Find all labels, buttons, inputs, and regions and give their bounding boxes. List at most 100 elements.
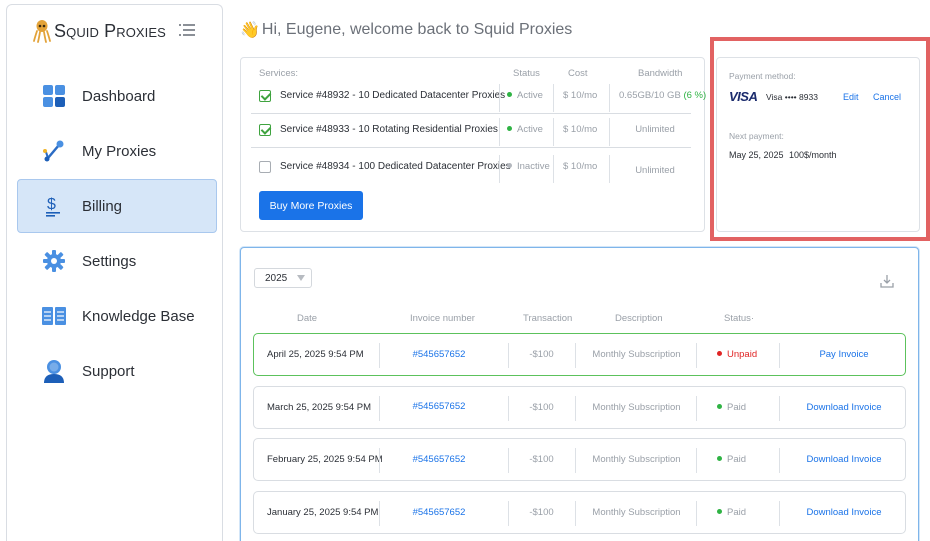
divider <box>499 84 500 112</box>
greeting-header: 👋 Hi, Eugene, welcome back to Squid Prox… <box>240 20 572 40</box>
dashboard-grid-icon <box>42 84 66 108</box>
divider <box>575 448 576 473</box>
description-header: Description <box>615 313 663 324</box>
divider <box>379 343 380 368</box>
invoice-description: Monthly Subscription <box>592 507 681 518</box>
gear-icon <box>42 249 66 273</box>
invoice-status: Unpaid <box>717 349 757 360</box>
invoice-row[interactable]: February 25, 2025 9:54 PM #545657652 -$1… <box>253 438 906 481</box>
service-checkbox[interactable] <box>259 161 271 173</box>
service-status-text: Inactive <box>517 161 550 172</box>
year-select[interactable]: 2025 <box>254 268 312 288</box>
status-dot-icon <box>717 404 722 409</box>
divider <box>379 501 380 526</box>
status-dot-icon <box>717 509 722 514</box>
invoice-transaction: -$100 <box>529 507 554 518</box>
status-header: Status <box>513 68 540 79</box>
divider <box>696 448 697 473</box>
service-name: Service #48932 - 10 Dedicated Datacenter… <box>280 90 506 101</box>
divider <box>499 155 500 183</box>
download-invoice-link[interactable]: Download Invoice <box>784 454 904 465</box>
buy-more-proxies-button[interactable]: Buy More Proxies <box>259 191 363 220</box>
waving-hand-icon: 👋 <box>240 22 260 39</box>
dollar-icon: $ <box>42 194 66 218</box>
divider <box>553 155 554 183</box>
invoice-status-text: Unpaid <box>727 349 758 360</box>
sidebar-item-dashboard[interactable]: Dashboard <box>17 69 217 123</box>
invoice-date: March 25, 2025 9:54 PM <box>267 402 372 413</box>
invoice-row[interactable]: March 25, 2025 9:54 PM #545657652 -$100 … <box>253 386 906 429</box>
bandwidth-value: 0.65GB/10 GB <box>619 90 681 101</box>
book-icon <box>42 304 66 328</box>
invoice-row[interactable]: January 25, 2025 9:54 PM #545657652 -$10… <box>253 491 906 534</box>
service-status: Active <box>507 124 543 135</box>
highlight-box <box>710 37 930 241</box>
invoice-status: Paid <box>717 507 746 518</box>
divider <box>779 343 780 368</box>
sidebar-item-my-proxies[interactable]: My Proxies <box>17 124 217 178</box>
sidebar-item-label: Dashboard <box>82 87 156 105</box>
services-header: Services: <box>259 68 299 79</box>
service-status-text: Active <box>517 90 543 101</box>
invoice-number-link[interactable]: #545657652 <box>384 349 494 360</box>
status-dot-icon <box>717 351 722 356</box>
sidebar-item-settings[interactable]: Settings <box>17 234 217 288</box>
date-header: Date <box>297 313 318 324</box>
status-dot-icon <box>507 163 512 168</box>
invoice-number-link[interactable]: #545657652 <box>384 454 494 465</box>
sidebar: Squid Proxies Dashboard My Proxies $ Bil… <box>6 4 223 541</box>
invoice-status-text: Paid <box>727 402 747 413</box>
service-status-text: Active <box>517 124 543 135</box>
service-cost: $ 10/mo <box>563 124 598 135</box>
download-invoice-link[interactable]: Download Invoice <box>784 507 904 518</box>
service-row: Service #48932 - 10 Dedicated Datacenter… <box>251 80 706 114</box>
invoice-status: Paid <box>717 402 746 413</box>
bandwidth-percent: (6 %) <box>683 90 707 101</box>
collapse-menu-icon[interactable] <box>179 23 195 37</box>
service-bandwidth: Unlimited <box>635 165 675 176</box>
service-bandwidth: 0.65GB/10 GB (6 %) <box>619 90 706 101</box>
invoice-date: February 25, 2025 9:54 PM <box>267 454 383 465</box>
sidebar-item-label: Support <box>82 362 135 380</box>
service-name: Service #48934 - 100 Dedicated Datacente… <box>280 161 511 172</box>
invoice-row[interactable]: April 25, 2025 9:54 PM #545657652 -$100 … <box>253 333 906 376</box>
divider <box>779 501 780 526</box>
divider <box>696 501 697 526</box>
invoice-date: April 25, 2025 9:54 PM <box>267 349 364 360</box>
divider <box>379 396 380 421</box>
brand[interactable]: Squid Proxies <box>33 19 166 43</box>
download-invoice-link[interactable]: Download Invoice <box>784 402 904 413</box>
divider <box>609 84 610 112</box>
services-card: Services: Status Cost Bandwidth Service … <box>240 57 706 232</box>
cost-header: Cost <box>568 68 588 79</box>
service-checkbox[interactable] <box>259 124 271 136</box>
sidebar-item-label: My Proxies <box>82 142 157 160</box>
divider <box>575 396 576 421</box>
divider <box>553 118 554 146</box>
divider <box>779 448 780 473</box>
service-row: Service #48933 - 10 Rotating Residential… <box>251 114 691 148</box>
status-dot-icon <box>507 92 512 97</box>
sidebar-item-support[interactable]: Support <box>17 344 217 398</box>
divider <box>696 396 697 421</box>
service-bandwidth: Unlimited <box>635 124 675 135</box>
download-icon[interactable] <box>880 274 894 288</box>
invoice-number-link[interactable]: #545657652 <box>384 401 494 412</box>
pay-invoice-link[interactable]: Pay Invoice <box>784 349 904 360</box>
sidebar-item-label: Knowledge Base <box>82 307 195 325</box>
status-header: Status· <box>724 313 755 324</box>
sidebar-item-knowledge-base[interactable]: Knowledge Base <box>17 289 217 343</box>
invoice-transaction: -$100 <box>529 402 554 413</box>
invoice-number-link[interactable]: #545657652 <box>384 507 494 518</box>
invoice-number-header: Invoice number <box>410 313 475 324</box>
service-checkbox[interactable] <box>259 90 271 102</box>
invoices-card: 2025 Date Invoice number Transaction Des… <box>240 247 919 541</box>
invoice-description: Monthly Subscription <box>592 402 681 413</box>
sidebar-item-billing[interactable]: $ Billing <box>17 179 217 233</box>
brand-name: Squid Proxies <box>54 20 166 41</box>
invoice-transaction: -$100 <box>529 454 554 465</box>
service-cost: $ 10/mo <box>563 161 598 172</box>
user-support-icon <box>42 359 66 383</box>
sidebar-item-label: Billing <box>82 197 123 215</box>
service-row: Service #48934 - 100 Dedicated Datacente… <box>251 151 691 185</box>
